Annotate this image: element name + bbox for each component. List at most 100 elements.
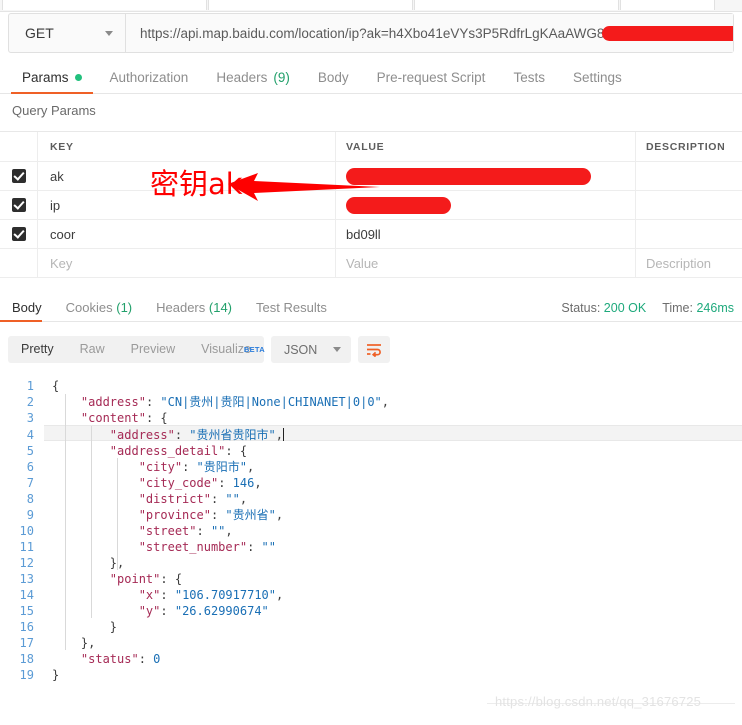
code-token: : [210, 508, 226, 522]
table-row[interactable]: ip [0, 191, 742, 220]
view-mode-preview[interactable]: Preview [118, 336, 188, 363]
header-key: KEY [38, 132, 336, 161]
code-token: , [254, 476, 262, 490]
line-number: 17 [19, 636, 34, 650]
code-token: : [160, 588, 175, 602]
response-meta: Status: 200 OK Time: 246ms [561, 301, 734, 315]
request-tab-tests[interactable]: Tests [499, 70, 559, 93]
view-mode-visualize[interactable]: Visualize BETA [188, 336, 265, 363]
code-line: 8 "district": "", [0, 491, 742, 507]
table-header-row: KEY VALUE DESCRIPTION [0, 132, 742, 162]
table-row-placeholder[interactable]: Key Value Description [0, 249, 742, 278]
chevron-down-icon [333, 347, 342, 352]
code-token: "street" [138, 524, 197, 538]
line-number: 8 [26, 492, 34, 506]
window-tab[interactable] [208, 0, 413, 10]
code-token: : [218, 476, 233, 490]
row-checkbox[interactable] [0, 162, 38, 190]
table-row[interactable]: coor bd09ll [0, 220, 742, 249]
row-checkbox[interactable] [0, 220, 38, 248]
window-tab[interactable] [2, 0, 207, 10]
code-token: "district" [138, 492, 211, 506]
code-line: 2 "address": "CN|贵州|贵阳|None|CHINANET|0|0… [0, 394, 742, 410]
code-token: "address_detail" [109, 444, 226, 458]
code-token: , [275, 428, 283, 442]
table-row[interactable]: ak [0, 162, 742, 191]
param-value[interactable] [336, 191, 636, 219]
url-input[interactable]: https://api.map.baidu.com/location/ip?ak… [126, 14, 733, 52]
tab-count: (1) [116, 300, 133, 315]
code-line-content: }, [52, 556, 124, 570]
row-checkbox[interactable] [0, 191, 38, 219]
word-wrap-button[interactable] [358, 336, 391, 363]
code-line: 9 "province": "贵州省", [0, 507, 742, 523]
view-mode-raw[interactable]: Raw [67, 336, 118, 363]
code-line: 15 "y": "26.62990674" [0, 603, 742, 619]
param-description[interactable] [636, 220, 742, 248]
line-number: 14 [19, 588, 34, 602]
response-tab-body[interactable]: Body [0, 300, 54, 322]
code-token: : { [145, 411, 168, 425]
tab-label: Body [12, 300, 42, 315]
http-method-selector[interactable]: GET [9, 14, 126, 52]
code-line: 14 "x": "106.70917710", [0, 587, 742, 603]
code-token: "address" [109, 428, 175, 442]
new-value-input[interactable]: Value [336, 249, 636, 277]
param-value[interactable]: bd09ll [336, 220, 636, 248]
response-body-code[interactable]: 1{2 "address": "CN|贵州|贵阳|None|CHINANET|0… [0, 378, 742, 725]
url-redaction-bar [602, 26, 733, 41]
code-line: 19} [0, 667, 742, 683]
code-line: 1{ [0, 378, 742, 394]
time-badge: Time: 246ms [662, 301, 734, 315]
request-tab-body[interactable]: Body [304, 70, 363, 93]
code-token: "point" [109, 572, 161, 586]
status-badge: Status: 200 OK [561, 301, 646, 315]
param-key[interactable]: coor [38, 220, 336, 248]
text-caret [282, 428, 284, 441]
view-mode-pretty[interactable]: Pretty [8, 336, 67, 363]
code-token: , [381, 395, 390, 409]
json-source[interactable]: 1{2 "address": "CN|贵州|贵阳|None|CHINANET|0… [0, 378, 742, 683]
line-number: 5 [26, 444, 34, 458]
request-tab-params[interactable]: Params [8, 70, 96, 94]
code-line-content: "province": "贵州省", [52, 508, 283, 522]
param-key[interactable]: ip [38, 191, 336, 219]
response-tab-headers[interactable]: Headers (14) [144, 300, 244, 321]
format-selector[interactable]: JSON [270, 336, 352, 363]
code-token: "" [261, 540, 276, 554]
view-mode-label: Pretty [21, 342, 54, 356]
code-token: , [276, 588, 284, 602]
new-key-input[interactable]: Key [38, 249, 336, 277]
code-token: "y" [138, 604, 161, 618]
response-tab-test-results[interactable]: Test Results [244, 300, 339, 321]
code-token: "" [225, 492, 240, 506]
tab-label: Headers [216, 70, 268, 85]
request-tab-headers[interactable]: Headers (9) [202, 70, 304, 93]
param-description[interactable] [636, 162, 742, 190]
code-token: : [196, 524, 211, 538]
new-description-input[interactable]: Description [636, 249, 742, 277]
param-key[interactable]: ak [38, 162, 336, 190]
line-number: 9 [26, 508, 34, 522]
code-line: 17 }, [0, 635, 742, 651]
code-line-content: "content": { [52, 411, 168, 425]
window-tab[interactable] [414, 0, 619, 10]
request-tab-bar: Params Authorization Headers (9) Body Pre-req… [0, 62, 742, 94]
param-description[interactable] [636, 191, 742, 219]
code-token: : [160, 604, 175, 618]
request-tab-pre-request-script[interactable]: Pre-request Script [363, 70, 500, 93]
code-line-content: "street": "", [52, 524, 233, 538]
param-value[interactable] [336, 162, 636, 190]
code-token: "street_number" [138, 540, 248, 554]
code-token: "贵阳市" [196, 460, 247, 474]
tab-label: Authorization [109, 70, 189, 85]
tab-count: (14) [208, 300, 233, 315]
window-tab[interactable] [620, 0, 715, 10]
line-number: 13 [19, 572, 34, 586]
row-checkbox-cell[interactable] [0, 249, 38, 277]
code-token: "province" [138, 508, 211, 522]
response-tab-cookies[interactable]: Cookies (1) [54, 300, 144, 321]
request-tab-settings[interactable]: Settings [559, 70, 636, 93]
request-tab-authorization[interactable]: Authorization [96, 70, 203, 93]
tab-label: Tests [513, 70, 545, 85]
